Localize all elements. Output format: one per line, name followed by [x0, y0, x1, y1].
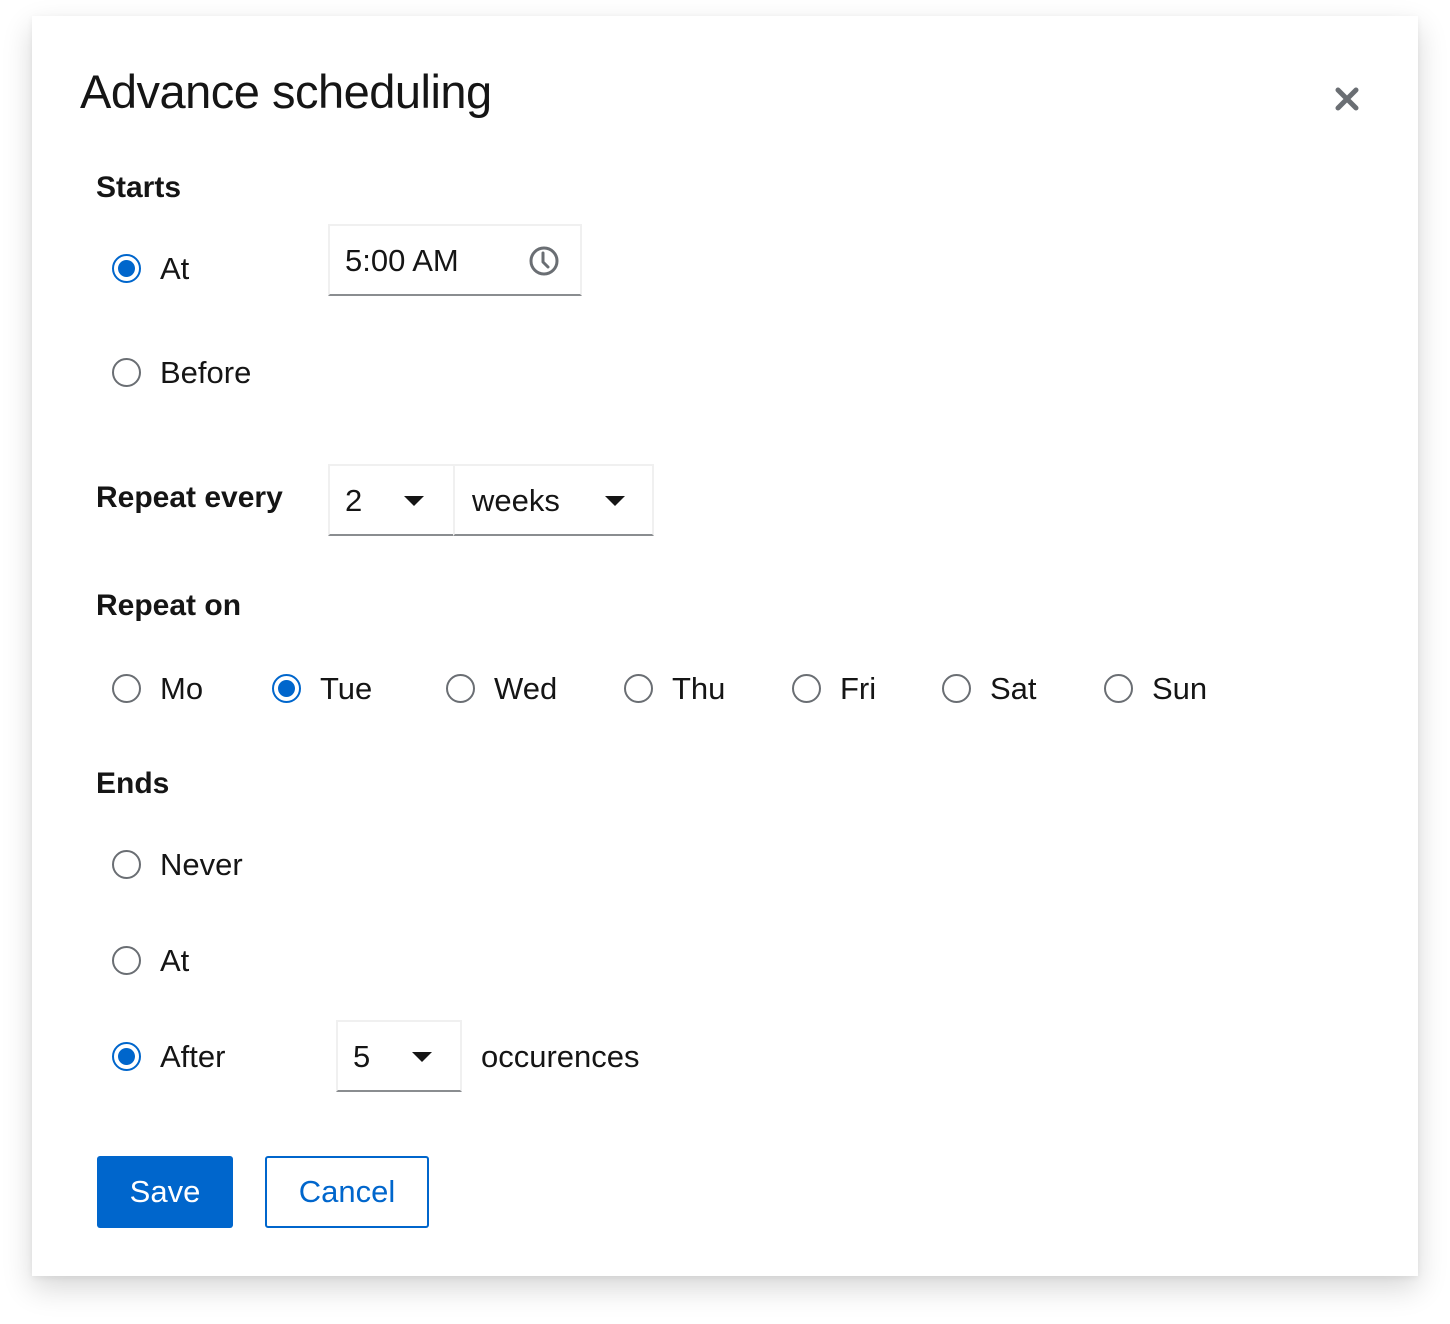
occurrences-suffix: occurences: [481, 1039, 640, 1074]
cancel-button[interactable]: Cancel: [265, 1156, 429, 1228]
radio-label: Sun: [1152, 671, 1208, 706]
day-radio-fri[interactable]: Fri: [792, 673, 876, 704]
radio-circle: [792, 674, 821, 703]
starts-before-radio[interactable]: Before: [112, 357, 251, 388]
radio-circle: [112, 850, 141, 879]
radio-circle: [624, 674, 653, 703]
radio-circle: [112, 254, 141, 283]
day-radio-tue[interactable]: Tue: [272, 673, 372, 704]
radio-label: Before: [160, 355, 252, 390]
occurrences-select[interactable]: 5: [336, 1020, 462, 1092]
repeat-unit-value: weeks: [472, 482, 560, 518]
clock-icon[interactable]: [528, 245, 560, 277]
occurrences-value: 5: [353, 1038, 371, 1074]
radio-label: Sat: [990, 671, 1037, 706]
repeat-interval-select[interactable]: 2: [328, 464, 455, 536]
repeat-unit-select[interactable]: weeks: [453, 464, 654, 536]
caret-down-icon: [605, 496, 625, 506]
ends-never-radio[interactable]: Never: [112, 849, 243, 880]
radio-circle: [112, 1042, 141, 1071]
ends-label: Ends: [96, 767, 170, 800]
repeat-every-label: Repeat every: [96, 481, 283, 514]
radio-label: At: [160, 943, 190, 978]
radio-label: Thu: [672, 671, 726, 706]
radio-circle: [112, 358, 141, 387]
close-icon: [1335, 87, 1359, 111]
starts-label: Starts: [96, 171, 182, 204]
radio-label: Wed: [494, 671, 558, 706]
radio-circle: [1104, 674, 1133, 703]
ends-at-radio[interactable]: At: [112, 945, 189, 976]
radio-label: At: [160, 251, 190, 286]
radio-circle: [446, 674, 475, 703]
repeat-interval-value: 2: [345, 482, 363, 518]
start-time-input[interactable]: 5:00 AM: [328, 224, 582, 296]
starts-at-radio[interactable]: At: [112, 253, 189, 284]
day-radio-thu[interactable]: Thu: [624, 673, 725, 704]
start-time-value: 5:00 AM: [345, 242, 459, 278]
day-radio-mo[interactable]: Mo: [112, 673, 203, 704]
ends-after-radio[interactable]: After: [112, 1041, 225, 1072]
radio-label: After: [160, 1039, 226, 1074]
modal-title: Advance scheduling: [80, 65, 492, 118]
radio-label: Tue: [320, 671, 373, 706]
close-button[interactable]: [1328, 80, 1366, 118]
day-radio-sun[interactable]: Sun: [1104, 673, 1207, 704]
radio-circle: [272, 674, 301, 703]
caret-down-icon: [412, 1052, 432, 1062]
day-radio-wed[interactable]: Wed: [446, 673, 557, 704]
save-button[interactable]: Save: [97, 1156, 233, 1228]
advance-scheduling-modal: Advance scheduling Starts At 5:00 AM Bef…: [32, 16, 1418, 1276]
radio-label: Never: [160, 847, 243, 882]
day-radio-sat[interactable]: Sat: [942, 673, 1037, 704]
repeat-on-label: Repeat on: [96, 589, 242, 622]
radio-label: Fri: [840, 671, 877, 706]
radio-circle: [112, 674, 141, 703]
caret-down-icon: [404, 496, 424, 506]
radio-label: Mo: [160, 671, 204, 706]
radio-circle: [942, 674, 971, 703]
radio-circle: [112, 946, 141, 975]
